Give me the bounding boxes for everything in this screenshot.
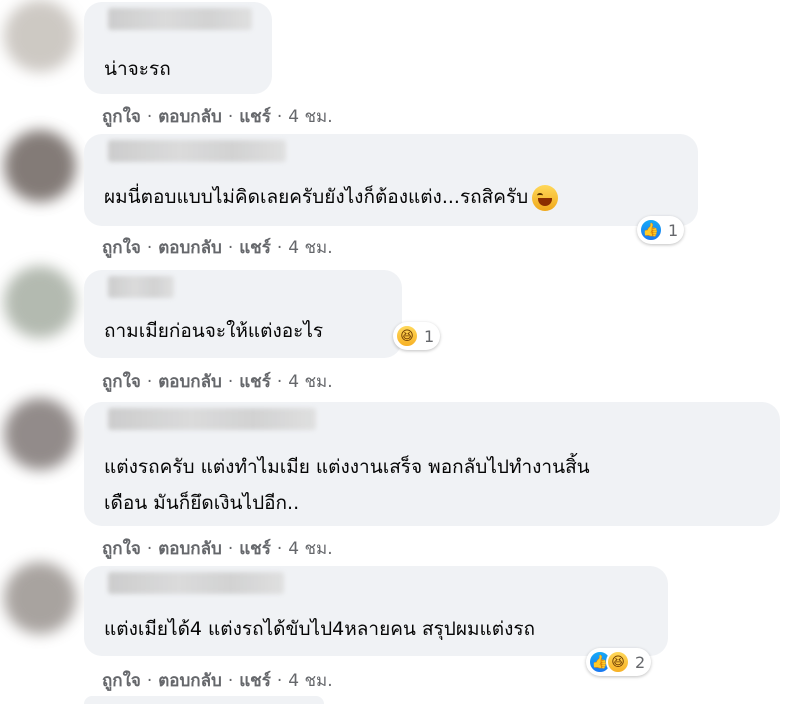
laughing-tears-emoji-icon (532, 184, 559, 211)
comment-bubble: น่าจะรถ (84, 2, 272, 94)
timestamp-link[interactable]: 4 ชม. (288, 107, 332, 127)
timestamp-link[interactable]: 4 ชม. (288, 372, 332, 392)
separator: · (146, 372, 153, 392)
separator: · (146, 107, 153, 127)
separator: · (276, 671, 283, 691)
separator: · (146, 238, 153, 258)
comment-bubble: แต่งเมียได้4 แต่งรถได้ขับไป4หลายคน สรุปผ… (84, 566, 668, 656)
comment-text: แต่งเมียได้4 แต่งรถได้ขับไป4หลายคน สรุปผ… (104, 618, 536, 640)
separator: · (227, 238, 234, 258)
commenter-name-blurred[interactable] (108, 140, 286, 162)
reply-link[interactable]: ตอบกลับ (158, 671, 222, 691)
reaction-summary[interactable]: 😆 1 (393, 322, 441, 350)
avatar[interactable] (4, 0, 76, 72)
comment-text: ถามเมียก่อนจะให้แต่งอะไร (104, 320, 324, 342)
share-link[interactable]: แชร์ (239, 107, 271, 127)
separator: · (276, 539, 283, 559)
like-link[interactable]: ถูกใจ (102, 107, 141, 127)
avatar[interactable] (4, 130, 76, 202)
reaction-count: 1 (424, 326, 435, 346)
comment-bubble: แต่งรถครับ แต่งทำไมเมีย แต่งงานเสร็จ พอก… (84, 402, 780, 526)
next-comment-bubble-partial (84, 696, 324, 704)
reaction-count: 1 (668, 220, 679, 240)
comment-text-line-1: แต่งรถครับ แต่งทำไมเมีย แต่งงานเสร็จ พอก… (104, 456, 590, 478)
avatar[interactable] (4, 562, 76, 634)
reaction-count: 2 (635, 652, 646, 672)
comment-actions: ถูกใจ · ตอบกลับ · แชร์ · 4 ชม. (102, 103, 333, 130)
timestamp-link[interactable]: 4 ชม. (288, 238, 332, 258)
reply-link[interactable]: ตอบกลับ (158, 107, 222, 127)
reply-link[interactable]: ตอบกลับ (158, 539, 222, 559)
comment-actions: ถูกใจ · ตอบกลับ · แชร์ · 4 ชม. (102, 667, 333, 694)
like-link[interactable]: ถูกใจ (102, 238, 141, 258)
share-link[interactable]: แชร์ (239, 671, 271, 691)
haha-reaction-icon: 😆 (395, 324, 419, 348)
separator: · (146, 671, 153, 691)
share-link[interactable]: แชร์ (239, 238, 271, 258)
reaction-summary[interactable]: 👍 😆 2 (586, 648, 652, 676)
avatar[interactable] (4, 266, 76, 338)
reaction-summary[interactable]: 👍 1 (637, 216, 685, 244)
share-link[interactable]: แชร์ (239, 539, 271, 559)
separator: · (276, 238, 283, 258)
timestamp-link[interactable]: 4 ชม. (288, 539, 332, 559)
like-link[interactable]: ถูกใจ (102, 671, 141, 691)
comment-actions: ถูกใจ · ตอบกลับ · แชร์ · 4 ชม. (102, 535, 333, 562)
separator: · (276, 107, 283, 127)
separator: · (227, 671, 234, 691)
comment-actions: ถูกใจ · ตอบกลับ · แชร์ · 4 ชม. (102, 368, 333, 395)
comment-actions: ถูกใจ · ตอบกลับ · แชร์ · 4 ชม. (102, 234, 333, 261)
reply-link[interactable]: ตอบกลับ (158, 372, 222, 392)
comment-text-line-2: เดือน มันก็ยึดเงินไปอีก.. (104, 492, 300, 514)
avatar[interactable] (4, 398, 76, 470)
like-link[interactable]: ถูกใจ (102, 372, 141, 392)
comment-text-content: ผมนี่ตอบแบบไม่คิดเลยครับยังไงก็ต้องแต่ง.… (104, 186, 529, 208)
reply-link[interactable]: ตอบกลับ (158, 238, 222, 258)
comment-text: น่าจะรถ (104, 58, 171, 80)
commenter-name-blurred[interactable] (108, 408, 316, 430)
commenter-name-blurred[interactable] (108, 8, 252, 30)
separator: · (227, 539, 234, 559)
timestamp-link[interactable]: 4 ชม. (288, 671, 332, 691)
commenter-name-blurred[interactable] (108, 276, 174, 298)
separator: · (227, 372, 234, 392)
separator: · (227, 107, 234, 127)
like-reaction-icon: 👍 (639, 218, 663, 242)
separator: · (146, 539, 153, 559)
like-link[interactable]: ถูกใจ (102, 539, 141, 559)
share-link[interactable]: แชร์ (239, 372, 271, 392)
comment-bubble: ถามเมียก่อนจะให้แต่งอะไร (84, 270, 402, 358)
separator: · (276, 372, 283, 392)
comment-bubble: ผมนี่ตอบแบบไม่คิดเลยครับยังไงก็ต้องแต่ง.… (84, 134, 698, 226)
haha-reaction-icon: 😆 (606, 650, 630, 674)
commenter-name-blurred[interactable] (108, 572, 284, 594)
comment-text: ผมนี่ตอบแบบไม่คิดเลยครับยังไงก็ต้องแต่ง.… (104, 182, 559, 212)
